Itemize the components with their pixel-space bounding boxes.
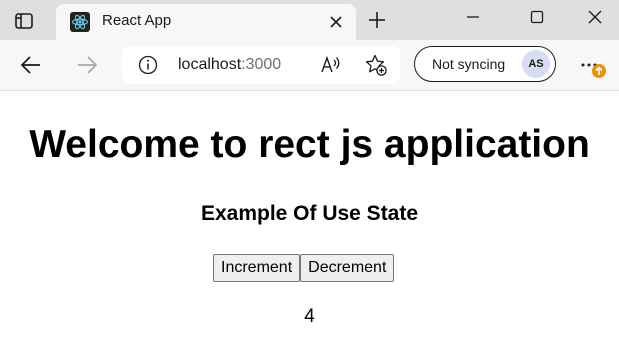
- tab-strip: React App: [0, 0, 619, 40]
- update-arrow-icon: [592, 64, 606, 78]
- add-favorite-icon[interactable]: [364, 53, 388, 77]
- minimize-icon[interactable]: [458, 4, 488, 30]
- decrement-button[interactable]: Decrement: [300, 254, 395, 282]
- sync-status-label: Not syncing: [432, 56, 506, 72]
- info-icon[interactable]: [138, 55, 158, 75]
- react-logo-icon: [70, 12, 90, 32]
- forward-arrow-icon[interactable]: [74, 52, 100, 78]
- page-subtitle: Example Of Use State: [200, 202, 419, 225]
- close-icon[interactable]: [326, 12, 346, 32]
- read-aloud-icon[interactable]: [320, 54, 342, 76]
- page-viewport: Welcome to rect js application Example O…: [0, 91, 619, 337]
- page-title: Welcome to rect js application: [29, 123, 590, 166]
- close-window-icon[interactable]: [580, 4, 610, 30]
- url-text: localhost:3000: [178, 56, 281, 74]
- profile-sync-button[interactable]: Not syncing AS: [414, 46, 556, 82]
- tab-title: React App: [102, 12, 172, 29]
- address-bar[interactable]: localhost:3000: [122, 46, 400, 84]
- avatar: AS: [522, 50, 550, 78]
- tab-actions-icon[interactable]: [12, 9, 36, 33]
- counter-controls: Increment Decrement: [213, 254, 395, 282]
- counter-value: 4: [304, 306, 315, 327]
- increment-button[interactable]: Increment: [213, 254, 301, 282]
- maximize-icon[interactable]: [522, 4, 552, 30]
- back-arrow-icon[interactable]: [18, 52, 44, 78]
- plus-icon[interactable]: [366, 9, 388, 31]
- tab-react-app[interactable]: React App: [56, 4, 356, 40]
- url-port: :3000: [241, 56, 282, 73]
- url-host: localhost: [178, 56, 242, 73]
- browser-toolbar: localhost:3000 Not syncing AS: [0, 40, 619, 91]
